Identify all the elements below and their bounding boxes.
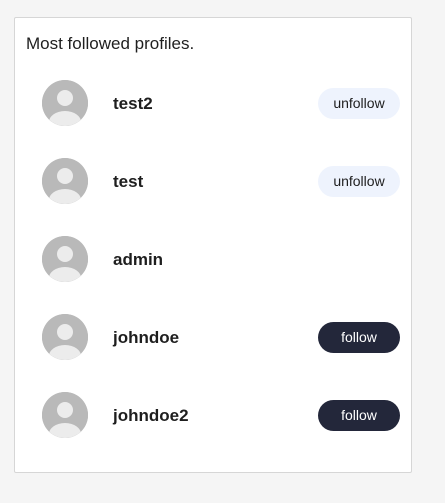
profile-list: test2 unfollow test unfollow admin johnd… [15, 65, 411, 455]
most-followed-card: Most followed profiles. test2 unfollow t… [14, 17, 412, 473]
default-avatar-icon[interactable] [42, 158, 88, 204]
default-avatar-icon[interactable] [42, 392, 88, 438]
profile-username[interactable]: johndoe [113, 328, 179, 348]
profile-row-johndoe2: johndoe2 follow [15, 377, 411, 455]
profile-username[interactable]: admin [113, 250, 163, 270]
profile-username[interactable]: test2 [113, 94, 153, 114]
follow-button[interactable]: follow [318, 400, 400, 431]
profile-row-johndoe: johndoe follow [15, 299, 411, 377]
unfollow-button[interactable]: unfollow [318, 88, 400, 119]
profile-row-test2: test2 unfollow [15, 65, 411, 143]
card-title: Most followed profiles. [26, 34, 195, 53]
default-avatar-icon[interactable] [42, 236, 88, 282]
profile-row-admin: admin [15, 221, 411, 299]
profile-username[interactable]: test [113, 172, 143, 192]
unfollow-button[interactable]: unfollow [318, 166, 400, 197]
profile-row-test: test unfollow [15, 143, 411, 221]
default-avatar-icon[interactable] [42, 314, 88, 360]
follow-button[interactable]: follow [318, 322, 400, 353]
profile-username[interactable]: johndoe2 [113, 406, 189, 426]
default-avatar-icon[interactable] [42, 80, 88, 126]
